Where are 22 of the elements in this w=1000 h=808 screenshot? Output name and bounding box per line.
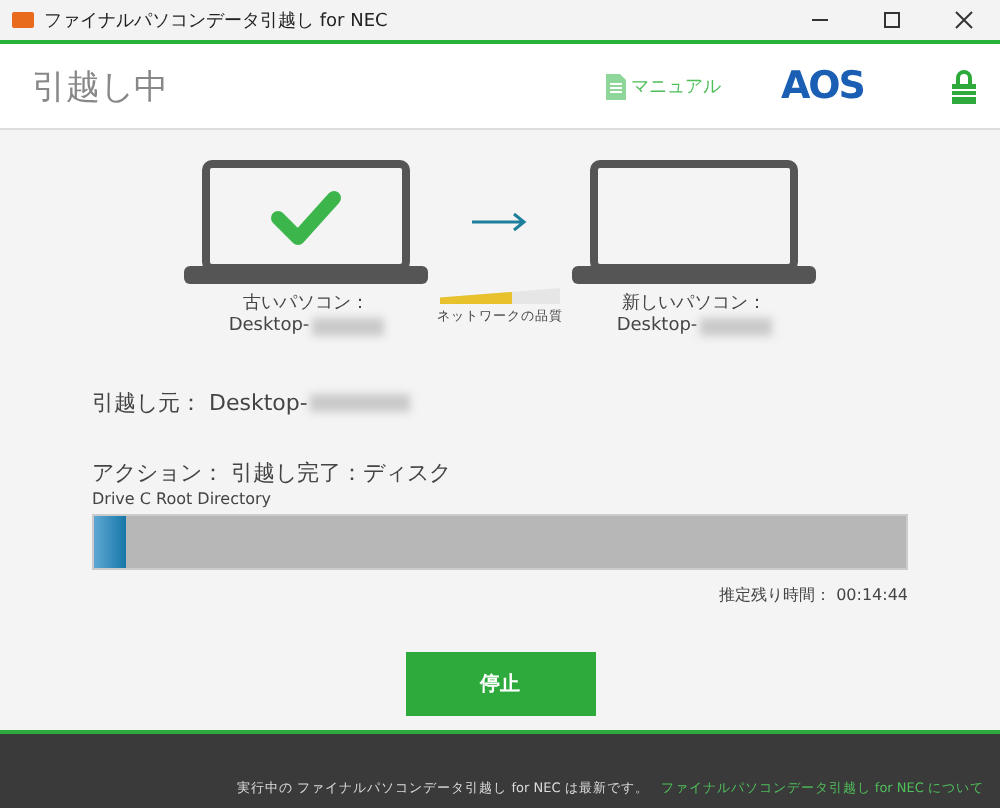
action-status: アクション： 引越し完了：ディスク: [92, 458, 453, 488]
redacted-text: [309, 394, 410, 412]
stop-button[interactable]: 停止: [405, 652, 595, 716]
company-logo: AOS: [780, 64, 864, 108]
redacted-text: [699, 317, 772, 335]
maximize-icon: [882, 10, 902, 30]
app-icon: [12, 12, 34, 28]
action-detail: Drive C Root Directory: [92, 490, 274, 508]
remaining-time: 推定残り時間： 00:14:44: [719, 584, 908, 606]
close-icon: [954, 10, 974, 30]
window-title: ファイナルパソコンデータ引越し for NEC: [44, 9, 390, 33]
source-label: 引越し元： Desktop-: [92, 388, 308, 418]
old-pc-name: Desktop-: [228, 316, 310, 336]
new-pc-label: 新しいパソコン：: [622, 291, 766, 316]
old-pc-label: 古いパソコン：: [243, 291, 369, 316]
new-pc-name: Desktop-: [616, 316, 698, 336]
arrow-icon: [472, 212, 528, 232]
lock-icon: [952, 68, 976, 104]
manual-link[interactable]: マニュアル: [606, 73, 721, 99]
document-icon: [606, 73, 627, 99]
page-title: 引越し中: [32, 65, 170, 109]
redacted-text: [311, 317, 384, 335]
